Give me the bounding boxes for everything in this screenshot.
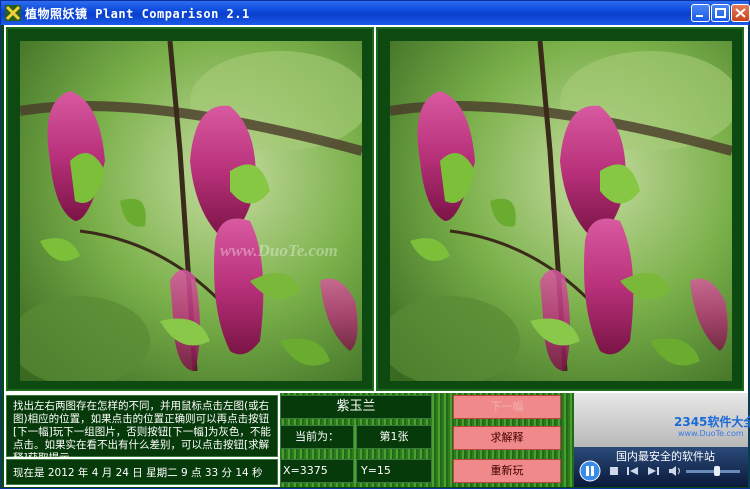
current-label: 当前为： [280,425,354,449]
control-area: 找出左右两图存在怎样的不同，并用鼠标点击左图(或右图)相应的位置，如果点击的位置… [4,393,750,487]
media-brand-sub: www.DuoTe.com [678,429,744,438]
watermark-left: www.DuoTe.com [220,241,338,260]
restart-button[interactable]: 重新玩 [453,459,561,483]
next-button[interactable]: 下一幅 [453,395,561,419]
current-value: 第1张 [356,425,432,449]
plant-name-display: 紫玉兰 [280,395,432,419]
close-icon [735,8,746,18]
coord-x-display: X=3375 [280,459,354,483]
left-magnolia-photo[interactable]: www.DuoTe.com [20,41,362,381]
volume-icon[interactable] [668,465,682,477]
close-button[interactable] [731,4,750,22]
right-photo-panel[interactable] [376,27,744,391]
maximize-icon [715,8,726,18]
maximize-button[interactable] [711,4,730,22]
minimize-button[interactable] [691,4,710,22]
stop-icon[interactable] [608,465,620,477]
client-area: www.DuoTe.com 找出左右两图存在怎样的不同，并用鼠标点击左图(或右图… [4,25,750,487]
app-window: 植物照妖镜 Plant Comparison 2.1 www.DuoTe.com… [0,0,750,489]
media-player[interactable]: 2345软件大全 www.DuoTe.com 国内最安全的软件站 [574,393,750,487]
next-track-icon[interactable] [646,465,660,477]
right-magnolia-photo[interactable] [390,41,732,381]
minimize-icon [696,15,703,17]
coord-y-display: Y=15 [356,459,432,483]
previous-icon[interactable] [626,465,640,477]
title-bar[interactable]: 植物照妖镜 Plant Comparison 2.1 [1,1,750,25]
volume-slider-thumb[interactable] [714,466,720,476]
media-brand: 2345软件大全 [674,415,750,429]
media-overlay-text: 国内最安全的软件站 [616,450,715,463]
instructions-text: 找出左右两图存在怎样的不同，并用鼠标点击左图(或右图)相应的位置，如果点击的位置… [6,395,278,464]
window-title: 植物照妖镜 Plant Comparison 2.1 [25,7,250,21]
datetime-display: 现在是 2012 年 4 月 24 日 星期二 9 点 33 分 14 秒 [6,459,278,485]
app-icon [5,5,21,21]
hint-button[interactable]: 求解释 [453,426,561,450]
play-pause-icon[interactable] [578,459,602,483]
left-photo-panel[interactable]: www.DuoTe.com [6,27,374,391]
volume-slider[interactable] [686,470,740,473]
